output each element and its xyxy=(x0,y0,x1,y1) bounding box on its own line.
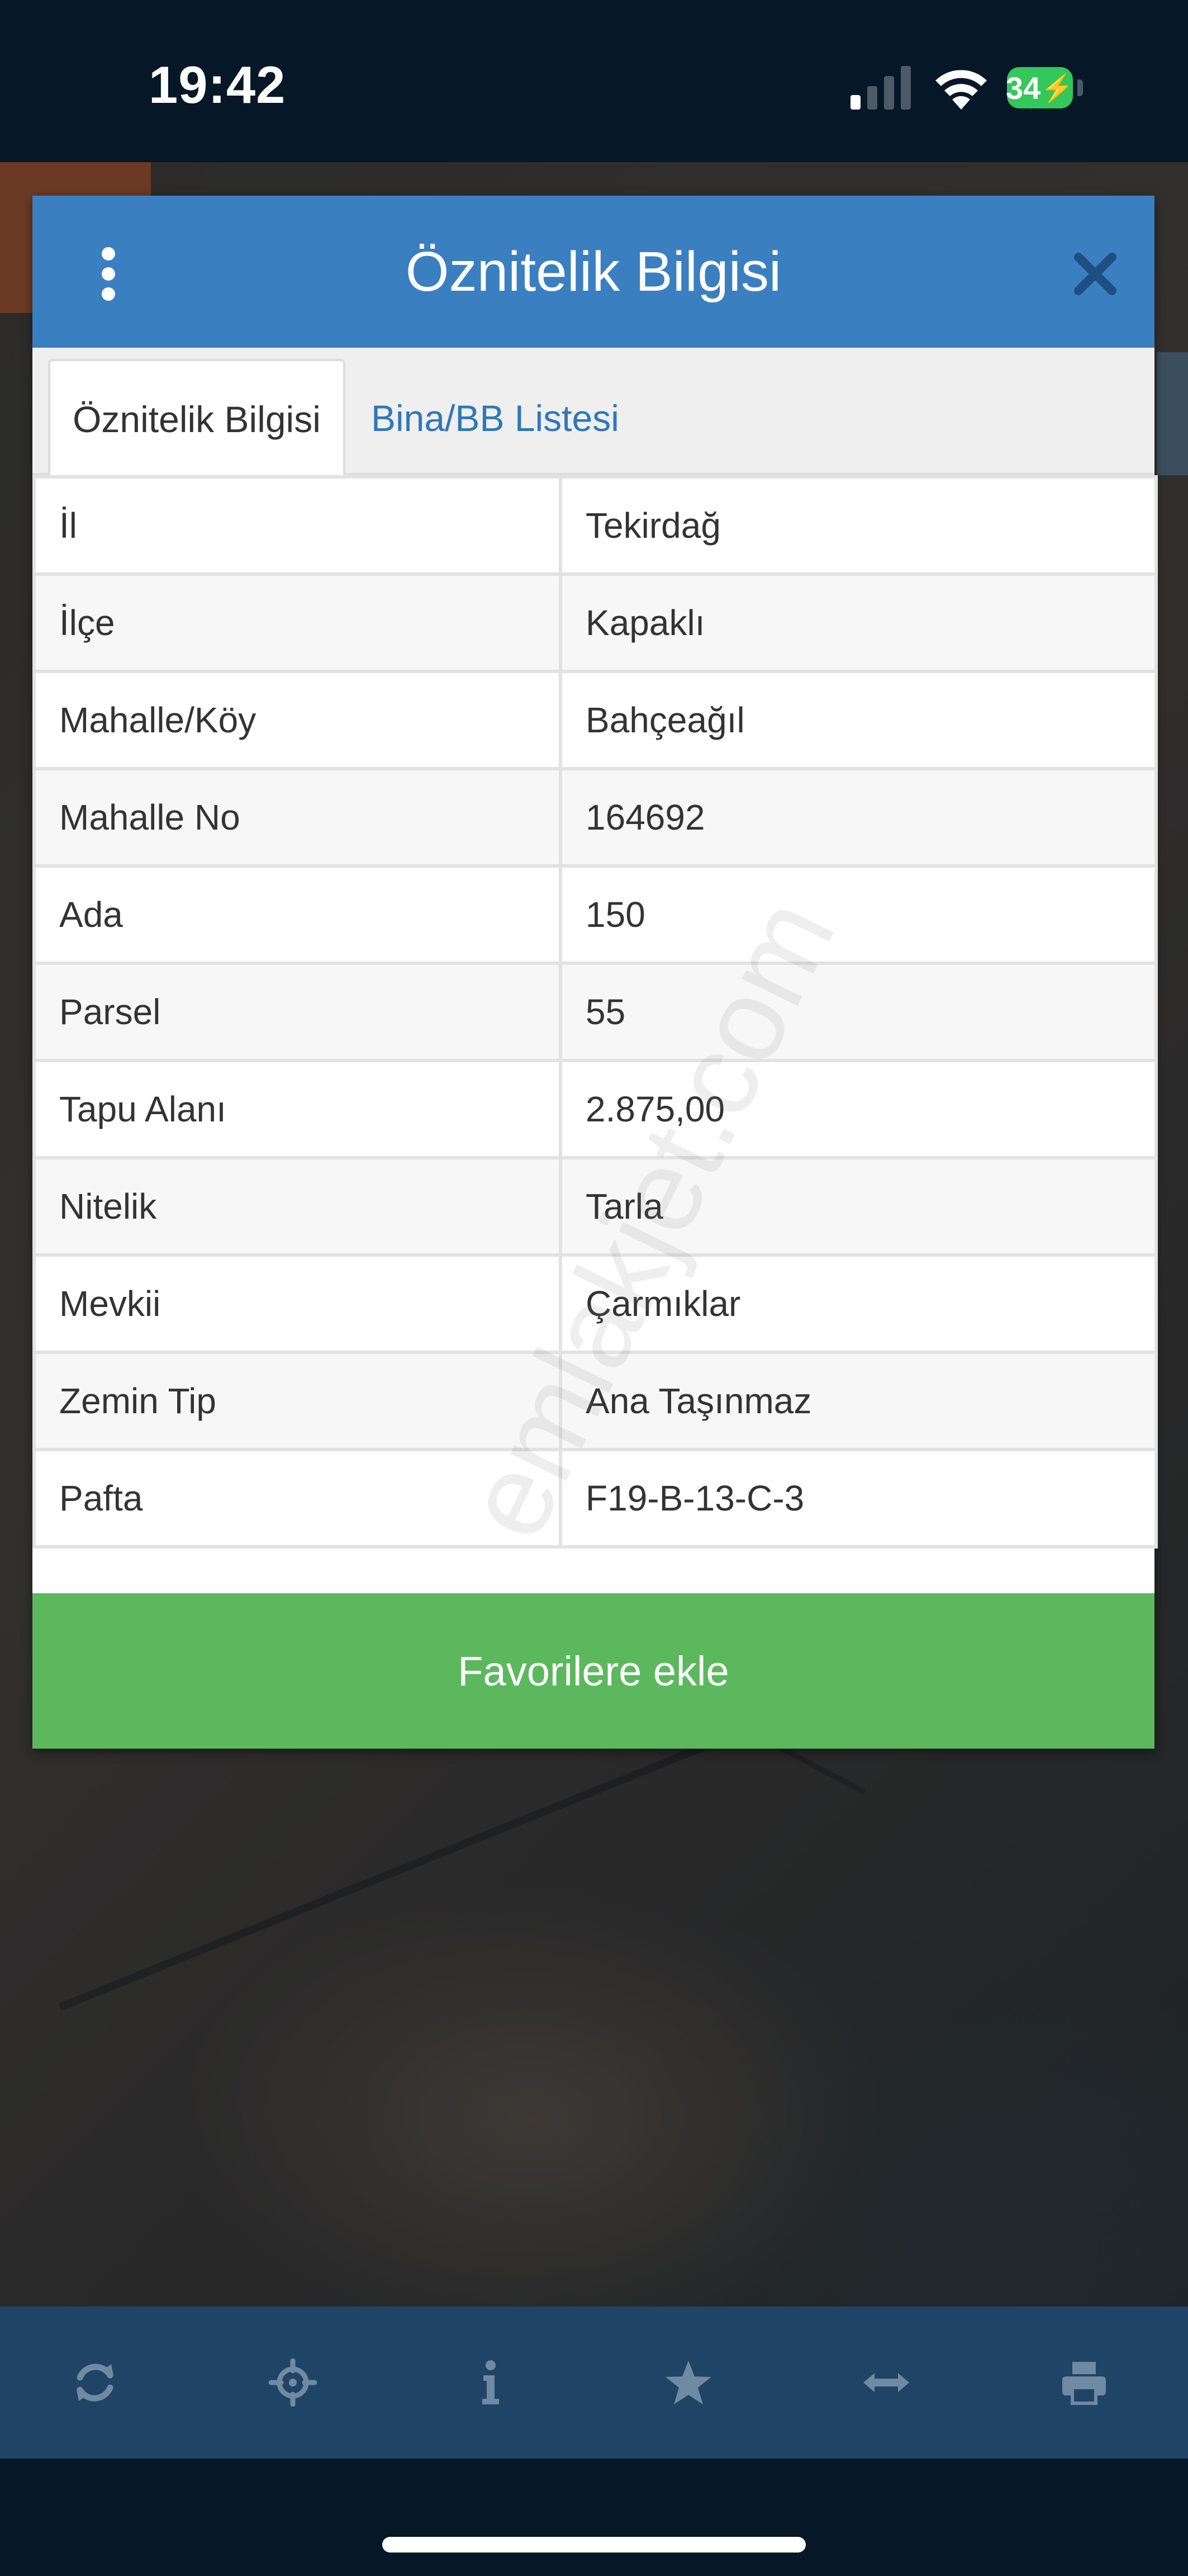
close-x-icon xyxy=(1074,253,1116,295)
row-label: Pafta xyxy=(32,1448,562,1549)
status-time: 19:42 xyxy=(149,55,286,114)
info-button[interactable] xyxy=(446,2338,535,2427)
star-icon xyxy=(666,2361,711,2404)
charging-bolt-icon: ⚡ xyxy=(1040,73,1075,103)
favorites-button[interactable] xyxy=(644,2338,733,2427)
table-row: Tapu Alanı 2.875,00 xyxy=(32,1059,1158,1159)
tab-attribute-info[interactable]: Öznitelik Bilgisi xyxy=(48,359,345,477)
print-button[interactable] xyxy=(1039,2338,1129,2427)
row-value: Ana Taşınmaz xyxy=(559,1351,1158,1451)
measure-button[interactable] xyxy=(842,2338,931,2427)
row-label: Parsel xyxy=(32,962,562,1062)
tab-building-list[interactable]: Bina/BB Listesi xyxy=(371,359,684,477)
locate-button[interactable] xyxy=(248,2338,338,2427)
row-label: Mahalle/Köy xyxy=(32,670,562,770)
table-row: Parsel 55 xyxy=(32,962,1158,1062)
close-button[interactable] xyxy=(1073,252,1118,296)
row-value: Tekirdağ xyxy=(559,475,1158,576)
battery-icon: 34 ⚡ xyxy=(1005,67,1075,108)
row-value: 55 xyxy=(559,962,1158,1062)
table-row: Mevkii Çarmıklar xyxy=(32,1253,1158,1354)
attribute-table: İl Tekirdağ İlçe Kapaklı Mahalle/Köy Bah… xyxy=(32,475,1158,1549)
row-value: Kapaklı xyxy=(559,572,1158,673)
modal-header: Öznitelik Bilgisi xyxy=(32,196,1154,348)
row-value: Çarmıklar xyxy=(559,1253,1158,1354)
row-value: Tarla xyxy=(559,1156,1158,1257)
battery-cap xyxy=(1077,79,1083,96)
vertical-dots-icon[interactable] xyxy=(98,246,118,302)
cellular-signal-icon xyxy=(850,66,911,110)
row-value: Bahçeağıl xyxy=(559,670,1158,770)
home-indicator-area xyxy=(0,2459,1188,2576)
row-label: Tapu Alanı xyxy=(32,1059,562,1159)
table-row: Zemin Tip Ana Taşınmaz xyxy=(32,1351,1158,1451)
row-value: F19-B-13-C-3 xyxy=(559,1448,1158,1549)
row-label: Mahalle No xyxy=(32,767,562,868)
row-label: Ada xyxy=(32,864,562,965)
tab-bar: Öznitelik Bilgisi Bina/BB Listesi xyxy=(32,348,1154,477)
attribute-info-modal: Öznitelik Bilgisi Öznitelik Bilgisi Bina… xyxy=(32,196,1158,1749)
bottom-toolbar xyxy=(0,2307,1188,2459)
print-icon xyxy=(1062,2362,1106,2405)
row-label: Zemin Tip xyxy=(32,1351,562,1451)
arrows-horizontal-icon xyxy=(863,2373,909,2392)
home-indicator[interactable] xyxy=(382,2537,806,2553)
row-value: 150 xyxy=(559,864,1158,965)
table-row: Pafta F19-B-13-C-3 xyxy=(32,1448,1158,1549)
table-row: Mahalle/Köy Bahçeağıl xyxy=(32,670,1158,770)
row-label: İl xyxy=(32,475,562,576)
row-label: Nitelik xyxy=(32,1156,562,1257)
row-value: 164692 xyxy=(559,767,1158,868)
table-row: Nitelik Tarla xyxy=(32,1156,1158,1257)
battery-level: 34 xyxy=(1005,70,1041,106)
table-row: İl Tekirdağ xyxy=(32,475,1158,576)
row-value: 2.875,00 xyxy=(559,1059,1158,1159)
table-row: İlçe Kapaklı xyxy=(32,572,1158,673)
refresh-button[interactable] xyxy=(50,2338,140,2427)
modal-title: Öznitelik Bilgisi xyxy=(405,240,782,303)
row-label: Mevkii xyxy=(32,1253,562,1354)
status-bar: 19:42 34 ⚡ xyxy=(0,0,1188,162)
table-row: Ada 150 xyxy=(32,864,1158,965)
add-to-favorites-button[interactable]: Favorilere ekle xyxy=(32,1593,1154,1749)
refresh-icon xyxy=(77,2364,113,2402)
table-row: Mahalle No 164692 xyxy=(32,767,1158,868)
row-label: İlçe xyxy=(32,572,562,673)
wifi-icon xyxy=(935,70,987,110)
crosshair-icon xyxy=(269,2359,317,2407)
info-icon xyxy=(482,2360,499,2404)
